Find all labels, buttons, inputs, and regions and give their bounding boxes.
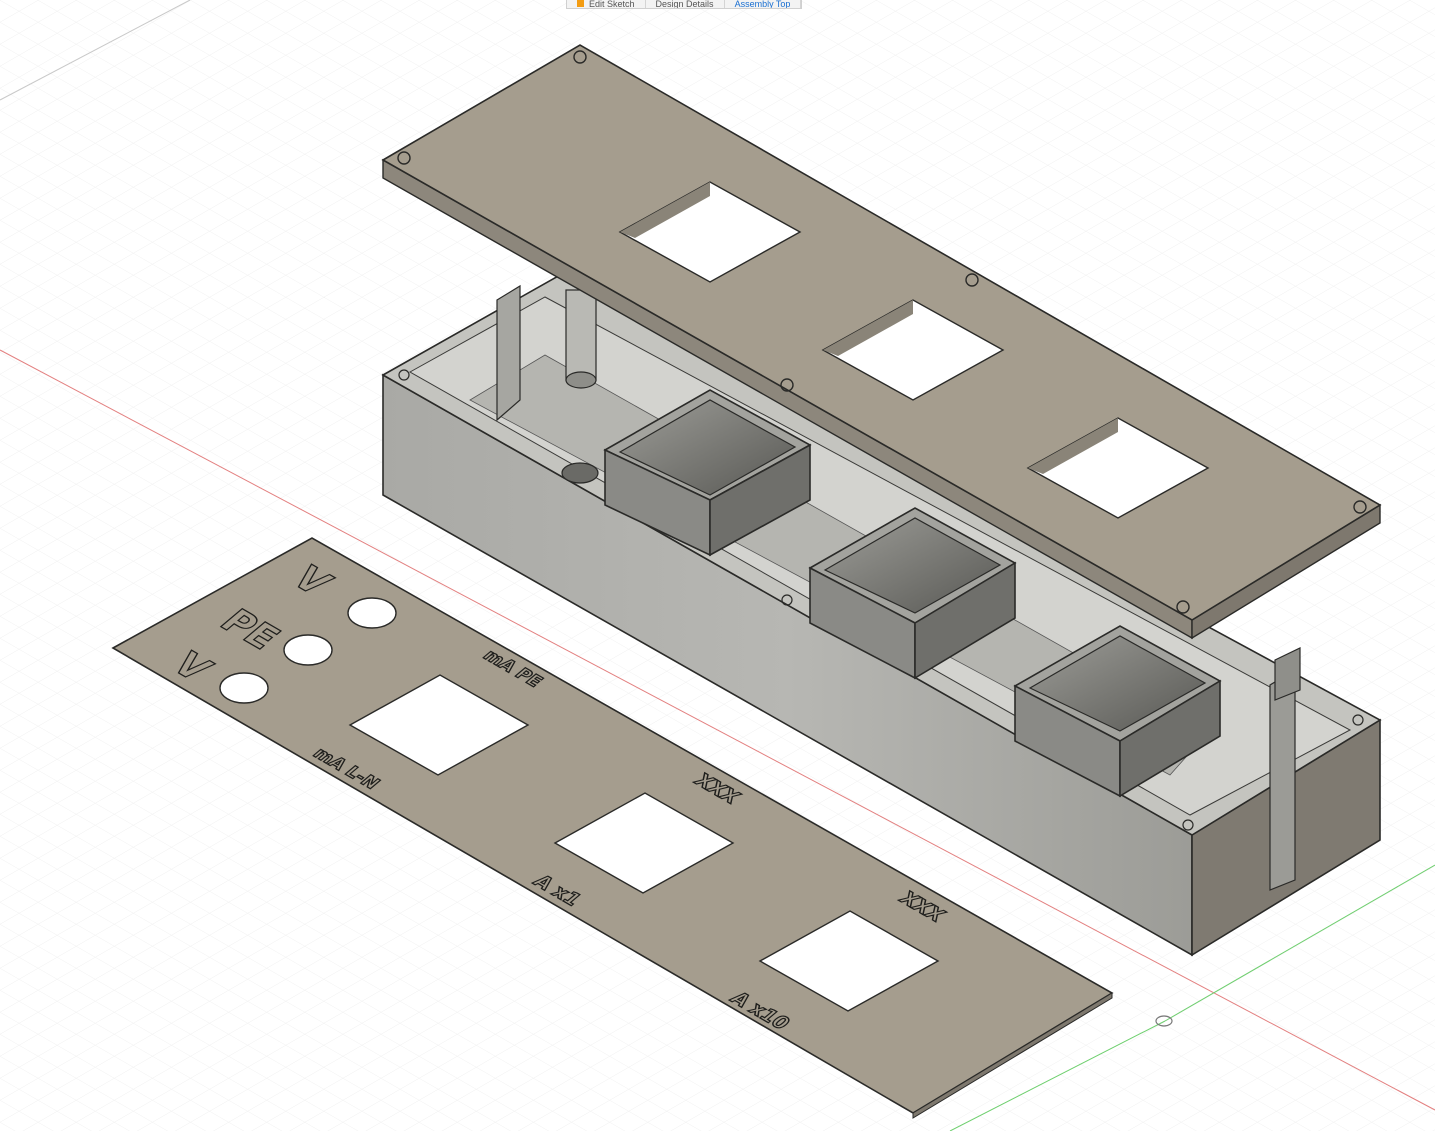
top-toolbar-tabs: Edit Sketch Design Details Assembly Top <box>566 0 803 9</box>
faceplate-hole-1 <box>347 597 397 629</box>
viewport-canvas[interactable]: V PE V mA PE mA L-N XXX A x1 XXX A x10 <box>0 0 1435 1132</box>
tab-design-details[interactable]: Design Details <box>646 0 725 8</box>
sketch-icon <box>577 0 584 7</box>
faceplate-hole-3 <box>219 672 269 704</box>
tab-assembly-top[interactable]: Assembly Top <box>725 0 802 8</box>
tab-label: Edit Sketch <box>589 0 635 9</box>
tab-label: Assembly Top <box>734 0 791 9</box>
tab-label: Design Details <box>655 0 714 9</box>
tab-edit-sketch[interactable]: Edit Sketch <box>567 0 646 8</box>
3d-viewport[interactable]: V PE V mA PE mA L-N XXX A x1 XXX A x10 <box>0 0 1435 1132</box>
faceplate-hole-2 <box>283 634 333 666</box>
